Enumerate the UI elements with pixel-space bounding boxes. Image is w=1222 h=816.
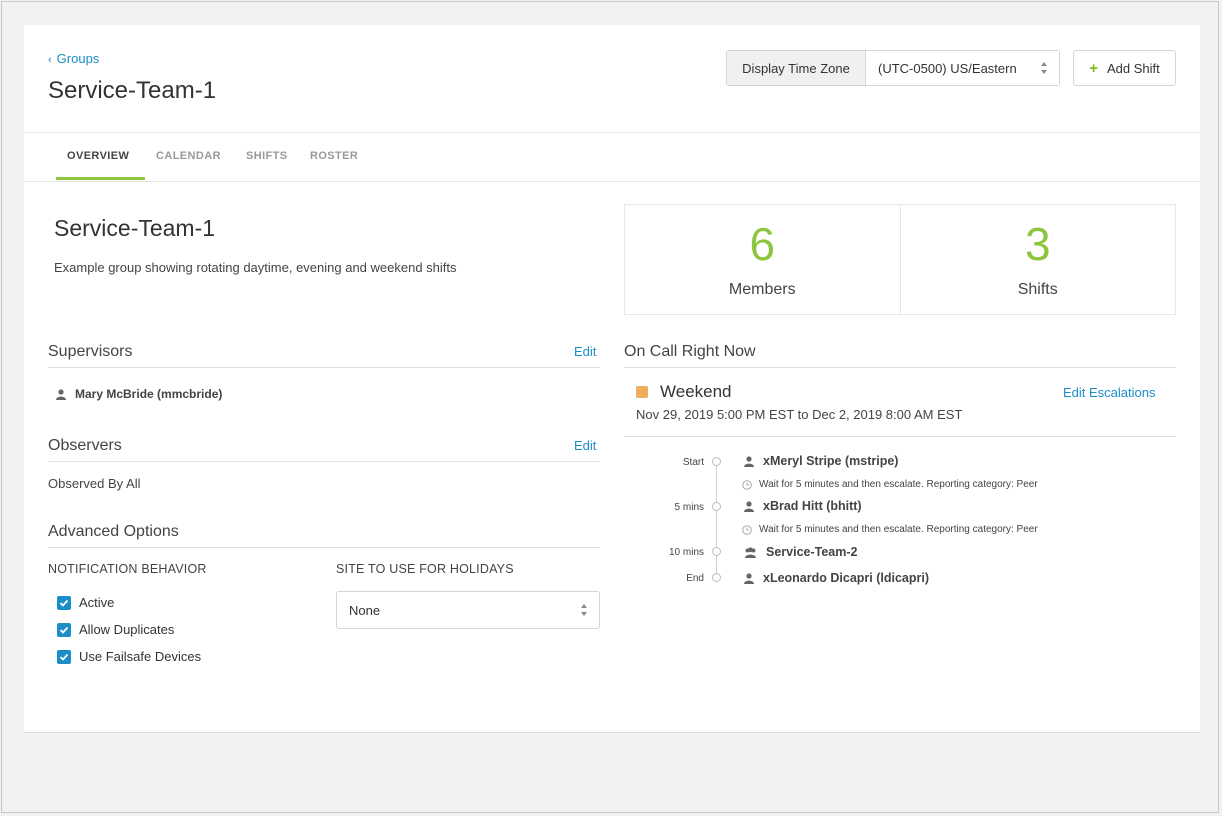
- use-failsafe-label: Use Failsafe Devices: [79, 649, 202, 664]
- holiday-site-value: None: [349, 602, 381, 618]
- group-icon: [745, 546, 756, 558]
- checkmark-icon: [59, 653, 69, 661]
- escalation-recipient[interactable]: Service-Team-2: [744, 545, 858, 559]
- escalation-timeline: [716, 463, 717, 579]
- active-checkbox[interactable]: [57, 595, 71, 610]
- use-failsafe-checkbox[interactable]: [57, 649, 71, 664]
- observers-title: Observers: [48, 437, 122, 454]
- members-label: Members: [728, 281, 796, 298]
- user-icon: [744, 572, 754, 584]
- escalation-note: Wait for 5 minutes and then escalate. Re…: [742, 524, 1038, 535]
- timeline-dot: [712, 502, 721, 511]
- group-stats: 6 Members 3 Shifts: [624, 204, 1176, 315]
- divider: [48, 367, 600, 368]
- allow-duplicates-checkbox[interactable]: [57, 622, 71, 637]
- advanced-options-title: Advanced Options: [48, 523, 179, 540]
- checkmark-icon: [59, 599, 69, 607]
- divider: [48, 461, 600, 462]
- tab-shifts[interactable]: SHIFTS: [246, 150, 288, 162]
- escalation-time: 5 mins: [674, 502, 704, 513]
- current-shift-range: Nov 29, 2019 5:00 PM EST to Dec 2, 2019 …: [636, 407, 963, 422]
- observers-value: Observed By All: [48, 476, 141, 491]
- edit-escalations-link[interactable]: Edit Escalations: [1063, 385, 1156, 400]
- timeline-dot: [712, 547, 721, 556]
- group-name: Service-Team-1: [54, 215, 216, 241]
- timezone-select[interactable]: (UTC-0500) US/Eastern: [866, 51, 1059, 85]
- notification-behavior-label: NOTIFICATION BEHAVIOR: [48, 562, 207, 576]
- shifts-stat[interactable]: 3 Shifts: [899, 205, 1176, 314]
- recipient-name: Service-Team-2: [766, 545, 858, 559]
- timezone-selector: Display Time Zone (UTC-0500) US/Eastern: [726, 50, 1060, 86]
- timeline-dot: [712, 573, 721, 582]
- recipient-name: xMeryl Stripe (mstripe): [763, 454, 899, 468]
- page-title: Service-Team-1: [48, 77, 217, 104]
- supervisors-title: Supervisors: [48, 343, 133, 360]
- escalation-time: End: [686, 573, 704, 584]
- escalation-recipient[interactable]: xMeryl Stripe (mstripe): [744, 454, 898, 468]
- recipient-name: xBrad Hitt (bhitt): [763, 499, 862, 513]
- timeline-dot: [712, 457, 721, 466]
- members-stat[interactable]: 6 Members: [625, 205, 900, 314]
- shift-color-swatch: [636, 386, 648, 398]
- recipient-name: xLeonardo Dicapri (ldicapri): [763, 571, 930, 585]
- shifts-label: Shifts: [1017, 281, 1058, 298]
- supervisor-item: Mary McBride (mmcbride): [56, 387, 222, 401]
- tab-bar: OVERVIEW CALENDAR SHIFTS ROSTER: [24, 132, 1200, 182]
- escalation-recipient[interactable]: xLeonardo Dicapri (ldicapri): [744, 571, 929, 585]
- add-shift-button[interactable]: + Add Shift: [1073, 50, 1176, 86]
- back-label: Groups: [56, 51, 100, 66]
- escalation-time: 10 mins: [668, 547, 704, 558]
- observers-edit-link[interactable]: Edit: [574, 438, 596, 453]
- holiday-site-select[interactable]: None: [336, 591, 600, 629]
- chevron-left-icon: ‹: [48, 54, 52, 66]
- clock-icon: [742, 479, 752, 490]
- clock-icon: [742, 524, 752, 535]
- use-failsafe-checkbox-row[interactable]: Use Failsafe Devices: [57, 649, 201, 664]
- holiday-site-label: SITE TO USE FOR HOLIDAYS: [336, 562, 514, 576]
- tab-roster[interactable]: ROSTER: [310, 150, 358, 162]
- escalation-time: Start: [682, 457, 704, 468]
- timezone-value: (UTC-0500) US/Eastern: [878, 60, 1017, 76]
- checkmark-icon: [59, 626, 69, 634]
- user-icon: [744, 500, 754, 512]
- select-arrows-icon: [581, 604, 587, 616]
- active-tab-indicator: [56, 177, 145, 180]
- tab-calendar[interactable]: CALENDAR: [156, 150, 221, 162]
- back-to-groups-link[interactable]: ‹ Groups: [48, 51, 99, 66]
- group-page: ‹ Groups Service-Team-1 Display Time Zone…: [24, 25, 1200, 733]
- user-icon: [56, 388, 66, 400]
- select-arrows-icon: [1041, 62, 1047, 74]
- active-checkbox-row[interactable]: Active: [57, 595, 114, 610]
- allow-duplicates-label: Allow Duplicates: [79, 622, 175, 637]
- escalation-recipient[interactable]: xBrad Hitt (bhitt): [744, 499, 862, 513]
- note-text: Wait for 5 minutes and then escalate. Re…: [759, 524, 1038, 535]
- divider: [624, 436, 1176, 437]
- shifts-count: 3: [1024, 218, 1051, 270]
- divider: [48, 547, 600, 548]
- supervisor-name: Mary McBride (mmcbride): [75, 387, 223, 401]
- tab-overview[interactable]: OVERVIEW: [67, 150, 129, 162]
- add-shift-label: Add Shift: [1107, 60, 1160, 76]
- escalation-note: Wait for 5 minutes and then escalate. Re…: [742, 479, 1038, 490]
- divider: [624, 367, 1176, 368]
- active-label: Active: [79, 595, 115, 610]
- plus-icon: +: [1089, 59, 1098, 77]
- on-call-title: On Call Right Now: [624, 343, 756, 360]
- timezone-label: Display Time Zone: [727, 51, 866, 85]
- members-count: 6: [749, 218, 776, 270]
- supervisors-edit-link[interactable]: Edit: [574, 344, 596, 359]
- note-text: Wait for 5 minutes and then escalate. Re…: [759, 479, 1038, 490]
- current-shift-name: Weekend: [660, 382, 732, 401]
- user-icon: [744, 455, 754, 467]
- allow-duplicates-checkbox-row[interactable]: Allow Duplicates: [57, 622, 174, 637]
- group-description: Example group showing rotating daytime, …: [54, 260, 457, 275]
